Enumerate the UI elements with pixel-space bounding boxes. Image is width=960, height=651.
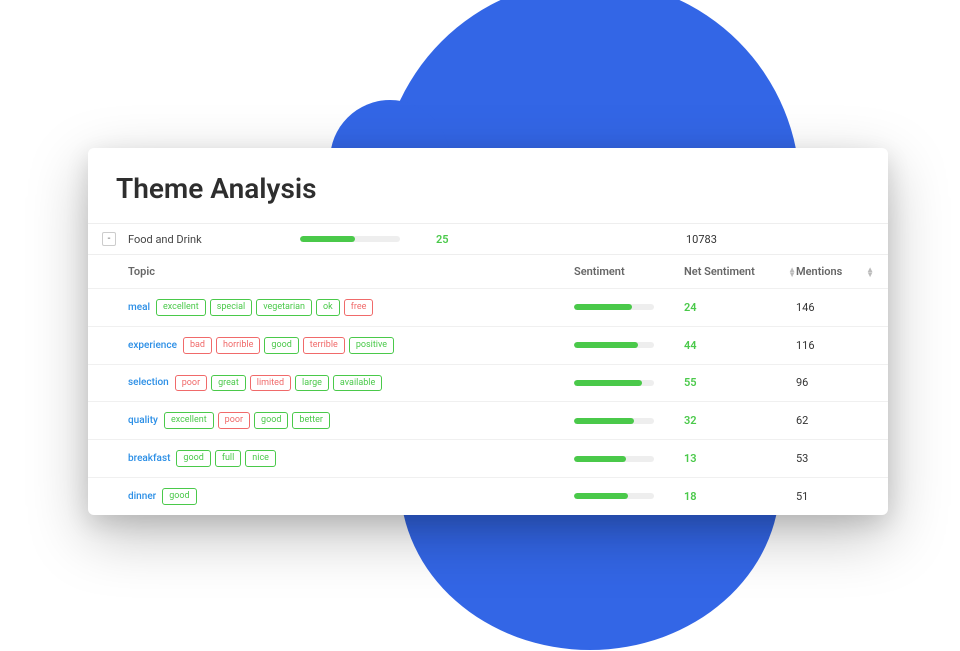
table-row: selection poorgreatlimitedlargeavailable 5…	[88, 364, 888, 402]
topic-cell: breakfast good fullnice	[128, 450, 574, 467]
topic-tag[interactable]: free	[344, 299, 374, 316]
topic-tag[interactable]: poor	[218, 412, 250, 429]
table-row: breakfast good fullnice 1353	[88, 439, 888, 477]
column-net-sentiment-label: Net Sentiment	[684, 265, 755, 278]
sentiment-cell	[574, 380, 684, 386]
column-mentions[interactable]: Mentions ▲▼	[796, 265, 874, 278]
panel-title: Theme Analysis	[116, 172, 860, 205]
column-sentiment-label: Sentiment	[574, 265, 625, 278]
table-row: dinner good 1851	[88, 477, 888, 515]
table-row: experience badhorriblegood terriblepositiv…	[88, 326, 888, 364]
topic-link[interactable]: meal	[128, 302, 150, 313]
theme-summary-row: - Food and Drink 25 10783	[88, 223, 888, 254]
topic-tag[interactable]: better	[292, 412, 330, 429]
topic-tag[interactable]: good	[176, 450, 210, 467]
sentiment-bar	[574, 418, 654, 424]
sort-icon[interactable]: ▲▼	[866, 267, 874, 277]
column-net-sentiment[interactable]: Net Sentiment ▲▼	[684, 265, 796, 278]
sentiment-bar	[574, 304, 654, 310]
topic-cell: quality excellentpoorgoodbetter	[128, 412, 574, 429]
sentiment-bar	[574, 456, 654, 462]
topic-cell: dinner good	[128, 488, 574, 505]
net-sentiment-value: 24	[684, 301, 796, 314]
topic-link[interactable]: quality	[128, 415, 158, 426]
table-header: Topic Sentiment Net Sentiment ▲▼ Mention…	[88, 254, 888, 288]
column-topic[interactable]: Topic	[128, 265, 574, 278]
sentiment-cell	[574, 456, 684, 462]
topic-tag[interactable]: terrible	[303, 337, 345, 354]
theme-net-sentiment: 25	[436, 233, 576, 246]
topic-tag[interactable]: available	[333, 375, 382, 392]
column-sentiment[interactable]: Sentiment	[574, 265, 684, 278]
topic-tag[interactable]: good	[162, 488, 196, 505]
topic-tag[interactable]: ok	[316, 299, 340, 316]
net-sentiment-value: 13	[684, 452, 796, 465]
topic-tag[interactable]: large	[295, 375, 329, 392]
topic-tag[interactable]: excellent	[164, 412, 214, 429]
topic-tag[interactable]: good	[254, 412, 288, 429]
topic-tag[interactable]: limited	[250, 375, 291, 392]
topic-cell: experience badhorriblegood terriblepositiv…	[128, 337, 574, 354]
mentions-value: 116	[796, 339, 874, 352]
topic-tag[interactable]: positive	[349, 337, 394, 354]
mentions-value: 53	[796, 452, 874, 465]
theme-name: Food and Drink	[128, 233, 300, 246]
sentiment-cell	[574, 304, 684, 310]
topic-cell: selection poorgreatlimitedlargeavailable	[128, 375, 574, 392]
topic-link[interactable]: selection	[128, 377, 169, 388]
theme-sentiment-bar	[300, 236, 420, 242]
sentiment-bar	[574, 380, 654, 386]
panel-header: Theme Analysis	[88, 148, 888, 223]
mentions-value: 62	[796, 414, 874, 427]
topic-cell: meal excellentspecialvegetarianokfree	[128, 299, 574, 316]
topic-tag[interactable]: great	[211, 375, 246, 392]
topic-tag[interactable]: full	[215, 450, 241, 467]
sentiment-cell	[574, 342, 684, 348]
topic-link[interactable]: experience	[128, 340, 177, 351]
theme-mentions: 10783	[686, 233, 806, 246]
column-mentions-label: Mentions	[796, 265, 842, 278]
sentiment-cell	[574, 418, 684, 424]
net-sentiment-value: 44	[684, 339, 796, 352]
topic-link[interactable]: breakfast	[128, 453, 170, 464]
collapse-button[interactable]: -	[102, 232, 116, 246]
topic-tag[interactable]: special	[210, 299, 252, 316]
net-sentiment-value: 55	[684, 376, 796, 389]
mentions-value: 51	[796, 490, 874, 503]
topic-tag[interactable]: vegetarian	[256, 299, 312, 316]
topic-tag[interactable]: excellent	[156, 299, 206, 316]
topic-tag[interactable]: poor	[175, 375, 207, 392]
mentions-value: 146	[796, 301, 874, 314]
mentions-value: 96	[796, 376, 874, 389]
table-row: meal excellentspecialvegetarianokfree 2414…	[88, 288, 888, 326]
sentiment-bar	[574, 342, 654, 348]
topic-tag[interactable]: good	[264, 337, 298, 354]
sentiment-cell	[574, 493, 684, 499]
table-row: quality excellentpoorgoodbetter 3262	[88, 401, 888, 439]
sentiment-bar	[574, 493, 654, 499]
theme-analysis-panel: Theme Analysis - Food and Drink 25 10783…	[88, 148, 888, 515]
topic-tag[interactable]: nice	[245, 450, 276, 467]
net-sentiment-value: 18	[684, 490, 796, 503]
sort-icon[interactable]: ▲▼	[788, 267, 796, 277]
topic-tag[interactable]: bad	[183, 337, 212, 354]
net-sentiment-value: 32	[684, 414, 796, 427]
topic-tag[interactable]: horrible	[216, 337, 260, 354]
topic-link[interactable]: dinner	[128, 491, 156, 502]
